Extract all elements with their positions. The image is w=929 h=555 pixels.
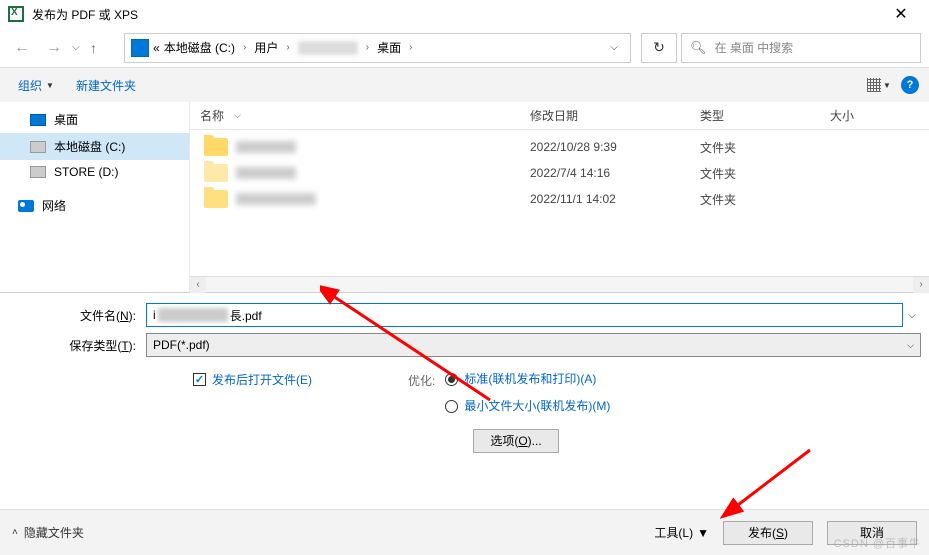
search-input[interactable]: 🔍︎ 在 桌面 中搜索 <box>681 33 921 63</box>
radio-icon <box>445 400 458 413</box>
table-row[interactable]: 2022/10/28 9:39 文件夹 <box>190 134 929 160</box>
footer: ˄ 隐藏文件夹 工具(L) ▼ 发布(S) 取消 <box>0 509 929 555</box>
search-icon: 🔍︎ <box>690 40 707 56</box>
sidebar-item-store-d[interactable]: STORE (D:) <box>0 160 189 184</box>
radio-label: 标准(联机发布和打印)(A) <box>464 371 596 388</box>
col-size[interactable]: 大小 <box>820 107 913 124</box>
file-type: 文件夹 <box>690 165 820 182</box>
view-options-button[interactable]: ▼ <box>867 75 895 95</box>
chevron-down-icon: ⌵ <box>907 340 914 351</box>
back-button[interactable]: ← <box>8 34 36 62</box>
desktop-icon <box>30 114 46 126</box>
navigation-bar: ← → ⌵ ↑ « 本地磁盘 (C:) › 用户 › › 桌面 › ⌵ ↻ 🔍︎… <box>0 28 929 68</box>
sidebar-label: 桌面 <box>54 111 78 128</box>
file-date: 2022/7/4 14:16 <box>520 166 690 180</box>
folder-icon <box>204 190 228 208</box>
folder-icon <box>204 164 228 182</box>
sidebar-label: STORE (D:) <box>54 165 118 179</box>
col-type[interactable]: 类型 <box>690 107 820 124</box>
checkbox-icon: ✓ <box>193 373 206 386</box>
radio-label: 最小文件大小(联机发布)(M) <box>464 398 610 415</box>
breadcrumb-item[interactable]: 本地磁盘 (C:) <box>164 39 235 56</box>
file-type: 文件夹 <box>690 191 820 208</box>
search-placeholder: 在 桌面 中搜索 <box>715 39 794 56</box>
savetype-dropdown[interactable]: PDF(*.pdf) ⌵ <box>146 333 921 357</box>
chevron-right-icon: › <box>282 42 293 53</box>
optimize-minimum-radio[interactable]: 最小文件大小(联机发布)(M) <box>445 398 610 415</box>
folder-icon <box>204 138 228 156</box>
location-icon <box>131 39 149 57</box>
savetype-value: PDF(*.pdf) <box>153 338 210 352</box>
options-area: ✓ 发布后打开文件(E) 优化: 标准(联机发布和打印)(A) 最小文件大小(联… <box>0 363 929 453</box>
address-bar[interactable]: « 本地磁盘 (C:) › 用户 › › 桌面 › ⌵ <box>124 33 631 63</box>
filename-dropdown[interactable]: ⌵ <box>903 310 921 321</box>
sidebar: 桌面 本地磁盘 (C:) STORE (D:) 网络 <box>0 102 190 292</box>
col-name[interactable]: 名称⌵ <box>190 107 520 124</box>
help-button[interactable]: ? <box>901 76 919 94</box>
horizontal-scrollbar[interactable]: ‹ › <box>190 276 929 292</box>
sidebar-label: 网络 <box>42 197 66 214</box>
forward-button[interactable]: → <box>40 34 68 62</box>
history-dropdown[interactable]: ⌵ <box>72 42 86 53</box>
file-name-redacted <box>236 193 316 205</box>
savetype-label: 保存类型(T): <box>8 337 146 354</box>
sidebar-item-desktop[interactable]: 桌面 <box>0 106 189 133</box>
breadcrumb-item[interactable]: 桌面 <box>377 39 401 56</box>
file-rows: 2022/10/28 9:39 文件夹 2022/7/4 14:16 文件夹 2… <box>190 130 929 276</box>
new-folder-button[interactable]: 新建文件夹 <box>68 73 144 98</box>
breadcrumb-prefix: « <box>153 41 160 55</box>
organize-button[interactable]: 组织▼ <box>10 73 62 98</box>
main-area: 桌面 本地磁盘 (C:) STORE (D:) 网络 名称⌵ 修改日期 类型 大… <box>0 102 929 292</box>
options-button[interactable]: 选项(O)... <box>473 429 559 453</box>
network-icon <box>18 200 34 212</box>
radio-icon <box>445 373 458 386</box>
file-list: 名称⌵ 修改日期 类型 大小 2022/10/28 9:39 文件夹 2022/… <box>190 102 929 292</box>
sidebar-label: 本地磁盘 (C:) <box>54 138 125 155</box>
col-date[interactable]: 修改日期 <box>520 107 690 124</box>
table-row[interactable]: 2022/7/4 14:16 文件夹 <box>190 160 929 186</box>
file-date: 2022/11/1 14:02 <box>520 192 690 206</box>
refresh-button[interactable]: ↻ <box>641 33 677 63</box>
up-button[interactable]: ↑ <box>90 40 114 56</box>
scroll-left-icon[interactable]: ‹ <box>190 277 206 293</box>
breadcrumb-item[interactable]: 用户 <box>254 39 278 56</box>
column-headers: 名称⌵ 修改日期 类型 大小 <box>190 102 929 130</box>
chevron-right-icon: › <box>362 42 373 53</box>
optimize-label: 优化: <box>408 371 435 415</box>
chevron-up-icon: ˄ <box>12 527 18 538</box>
drive-icon <box>30 141 46 153</box>
address-dropdown[interactable]: ⌵ <box>604 42 624 53</box>
toolbar: 组织▼ 新建文件夹 ▼ ? <box>0 68 929 102</box>
open-after-publish-checkbox[interactable]: ✓ 发布后打开文件(E) <box>193 371 408 388</box>
sidebar-item-local-disk-c[interactable]: 本地磁盘 (C:) <box>0 133 189 160</box>
close-button[interactable]: ✕ <box>881 4 921 24</box>
watermark: CSDN @百事牛 <box>834 535 921 551</box>
breadcrumb-item-redacted[interactable] <box>298 41 358 55</box>
chevron-right-icon: › <box>405 42 416 53</box>
hide-folders-toggle[interactable]: ˄ 隐藏文件夹 <box>12 524 84 541</box>
file-name-redacted <box>236 141 296 153</box>
file-date: 2022/10/28 9:39 <box>520 140 690 154</box>
file-type: 文件夹 <box>690 139 820 156</box>
drive-icon <box>30 166 46 178</box>
tools-dropdown[interactable]: 工具(L) ▼ <box>654 524 709 541</box>
filename-input[interactable]: i長.pdf <box>146 303 903 327</box>
optimize-standard-radio[interactable]: 标准(联机发布和打印)(A) <box>445 371 610 388</box>
chevron-right-icon: › <box>239 42 250 53</box>
scroll-right-icon[interactable]: › <box>913 277 929 293</box>
window-title: 发布为 PDF 或 XPS <box>32 6 881 23</box>
table-row[interactable]: 2022/11/1 14:02 文件夹 <box>190 186 929 212</box>
filename-label: 文件名(N): <box>8 307 146 324</box>
sidebar-item-network[interactable]: 网络 <box>0 192 189 219</box>
titlebar: 发布为 PDF 或 XPS ✕ <box>0 0 929 28</box>
publish-button[interactable]: 发布(S) <box>723 521 813 545</box>
form-area: 文件名(N): i長.pdf ⌵ 保存类型(T): PDF(*.pdf) ⌵ <box>0 293 929 357</box>
file-name-redacted <box>236 167 296 179</box>
excel-app-icon <box>8 6 24 22</box>
